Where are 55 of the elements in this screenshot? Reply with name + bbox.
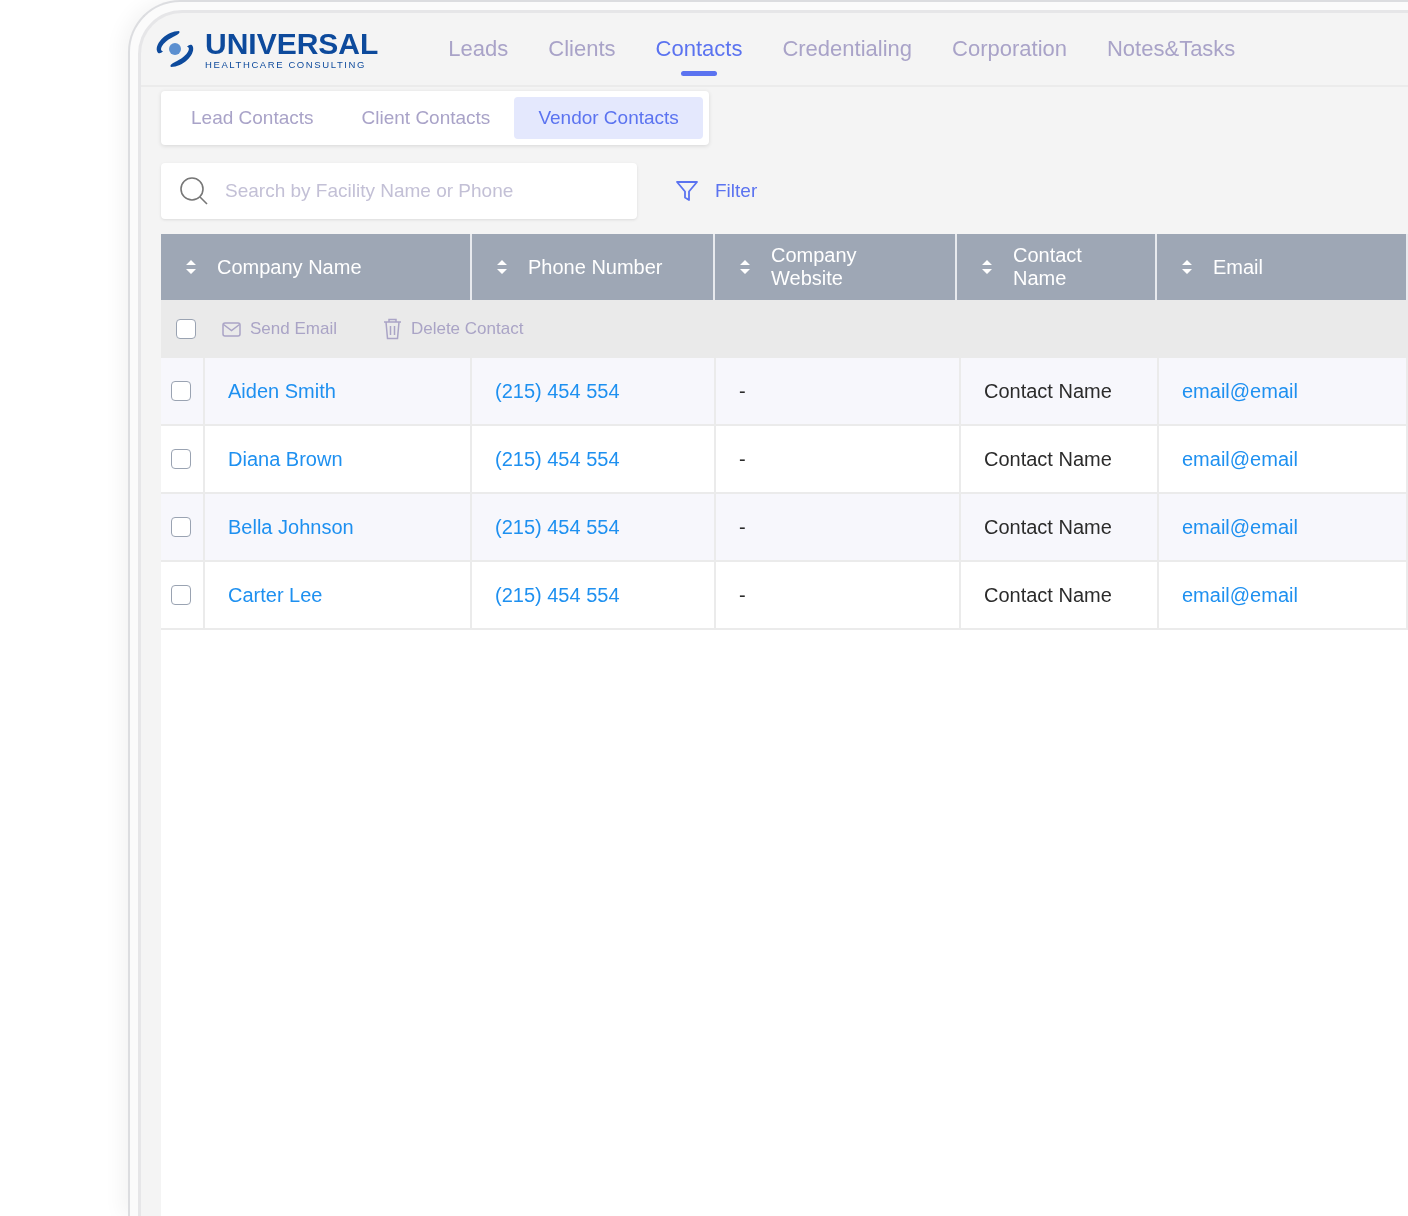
phone-link[interactable]: (215) 454 554 (495, 379, 620, 403)
column-title: Contact Name (1013, 244, 1083, 290)
sort-icon[interactable] (1181, 259, 1193, 275)
column-title: Email (1213, 255, 1263, 279)
bulk-action-button[interactable]: Delete Contact (382, 318, 524, 340)
sort-icon[interactable] (739, 259, 751, 275)
email-link[interactable]: email@email (1182, 583, 1298, 607)
nav-tab[interactable]: Leads (448, 28, 509, 76)
checkbox[interactable] (171, 517, 191, 537)
column-title: Company Name (217, 255, 362, 279)
column-title: Phone Number (528, 255, 663, 279)
email-link[interactable]: email@email (1182, 447, 1298, 471)
checkbox[interactable] (171, 381, 191, 401)
search-field[interactable]: Search by Facility Name or Phone (223, 179, 619, 203)
phone-link[interactable]: (215) 454 554 (495, 583, 620, 607)
table-cell: Contact Name (984, 515, 1112, 539)
email-link[interactable]: email@email (1182, 379, 1298, 403)
checkbox[interactable] (171, 449, 191, 469)
table-cell: - (739, 515, 746, 539)
sub-tab[interactable]: Client Contacts (337, 97, 515, 139)
nav-tab[interactable]: Notes&Tasks (1107, 28, 1236, 76)
filter-icon (675, 179, 699, 203)
table-cell: Contact Name (984, 379, 1112, 403)
checkbox[interactable] (171, 585, 191, 605)
phone-link[interactable]: (215) 454 554 (495, 447, 620, 471)
sort-icon[interactable] (981, 259, 993, 275)
company-link[interactable]: Aiden Smith (228, 379, 336, 403)
nav-tab[interactable]: Clients (548, 28, 616, 76)
envelope-icon (222, 321, 241, 337)
logo-title: UNIVERSAL (205, 28, 379, 59)
email-link[interactable]: email@email (1182, 515, 1298, 539)
table-cell: - (739, 583, 746, 607)
table-cell: Contact Name (984, 447, 1112, 471)
company-link[interactable]: Diana Brown (228, 447, 343, 471)
trash-icon (382, 318, 402, 340)
sub-tab[interactable]: Vendor Contacts (514, 97, 703, 139)
company-link[interactable]: Bella Johnson (228, 515, 354, 539)
table-cell: - (739, 447, 746, 471)
nav-tab[interactable]: Contacts (655, 28, 743, 76)
logo-subtitle: HEALTHCARE CONSULTING (205, 58, 367, 70)
nav-tab[interactable]: Credentialing (782, 28, 913, 76)
checkbox[interactable] (176, 319, 196, 339)
bulk-action-button[interactable]: Send Email (222, 319, 337, 339)
column-title: Company Website (771, 244, 858, 290)
nav-tab[interactable]: Corporation (952, 28, 1067, 76)
phone-link[interactable]: (215) 454 554 (495, 515, 620, 539)
table-cell: Contact Name (984, 583, 1112, 607)
search-box[interactable]: Search by Facility Name or Phone (161, 163, 637, 219)
sort-icon[interactable] (496, 259, 508, 275)
sort-icon[interactable] (185, 259, 197, 275)
filter-button[interactable]: Filter (675, 179, 758, 203)
sub-tab[interactable]: Lead Contacts (167, 97, 338, 139)
search-icon (179, 176, 209, 206)
table-cell: - (739, 379, 746, 403)
company-link[interactable]: Carter Lee (228, 583, 323, 607)
